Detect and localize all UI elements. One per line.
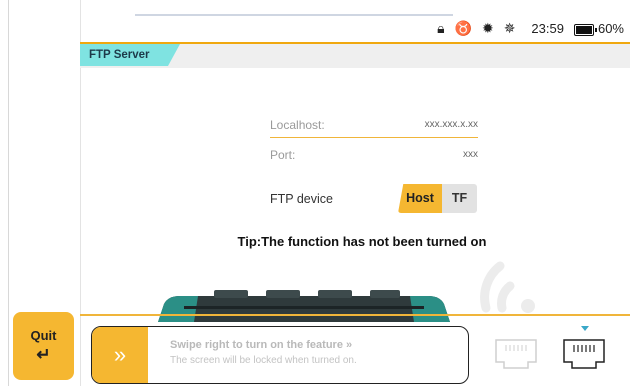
return-arrow-icon: ↵ <box>36 344 51 364</box>
title-chevron-icon: » <box>346 339 353 351</box>
usb-plug-icon: ♉ <box>454 20 472 36</box>
double-chevron-right-icon[interactable]: » <box>92 327 148 383</box>
rail-divider <box>8 0 9 386</box>
clock: 23:59 <box>531 21 564 36</box>
port-label: Port: <box>270 148 296 162</box>
tester-device-image <box>158 290 450 322</box>
status-bar: 🔒︎ ♉ ✹ ✵ 23:59 60% <box>437 20 624 37</box>
top-divider <box>135 14 453 16</box>
brightness-icon: ✵ <box>503 20 516 36</box>
ethernet-port-2-icon[interactable] <box>562 336 606 372</box>
localhost-value: xxx.xxx.x.xx <box>424 119 478 130</box>
tip-message: Tip:The function has not been turned on <box>237 234 487 249</box>
ethernet-port-1-icon[interactable] <box>494 336 538 372</box>
lock-icon: 🔒︎ <box>437 20 445 36</box>
active-port-indicator <box>581 326 589 331</box>
ftp-device-label: FTP device <box>270 192 333 206</box>
battery-icon <box>573 23 597 36</box>
swipe-title: Swipe right to turn on the feature » <box>170 339 353 351</box>
ftp-device-toggle[interactable]: Host TF <box>398 184 477 213</box>
localhost-field[interactable]: Localhost: xxx.xxx.x.xx <box>270 115 478 138</box>
quit-button[interactable]: Quit ↵ <box>13 312 74 380</box>
localhost-label: Localhost: <box>270 118 325 132</box>
quit-label: Quit <box>30 327 57 343</box>
swipe-subtitle: The screen will be locked when turned on… <box>170 355 357 366</box>
wireless-icon <box>480 261 535 313</box>
device-option-tf[interactable]: TF <box>442 184 477 213</box>
port-value: xxx <box>463 149 478 160</box>
battery-indicator: 60% <box>573 21 624 36</box>
port-field[interactable]: Port: xxx <box>270 145 478 167</box>
device-option-host[interactable]: Host <box>398 184 442 213</box>
swipe-to-enable-slider[interactable]: » Swipe right to turn on the feature » T… <box>91 326 469 384</box>
gear-sun-icon: ✹ <box>481 20 494 36</box>
page-title: FTP Server <box>80 44 180 66</box>
bottom-divider <box>80 314 630 316</box>
battery-percent: 60% <box>597 21 624 36</box>
